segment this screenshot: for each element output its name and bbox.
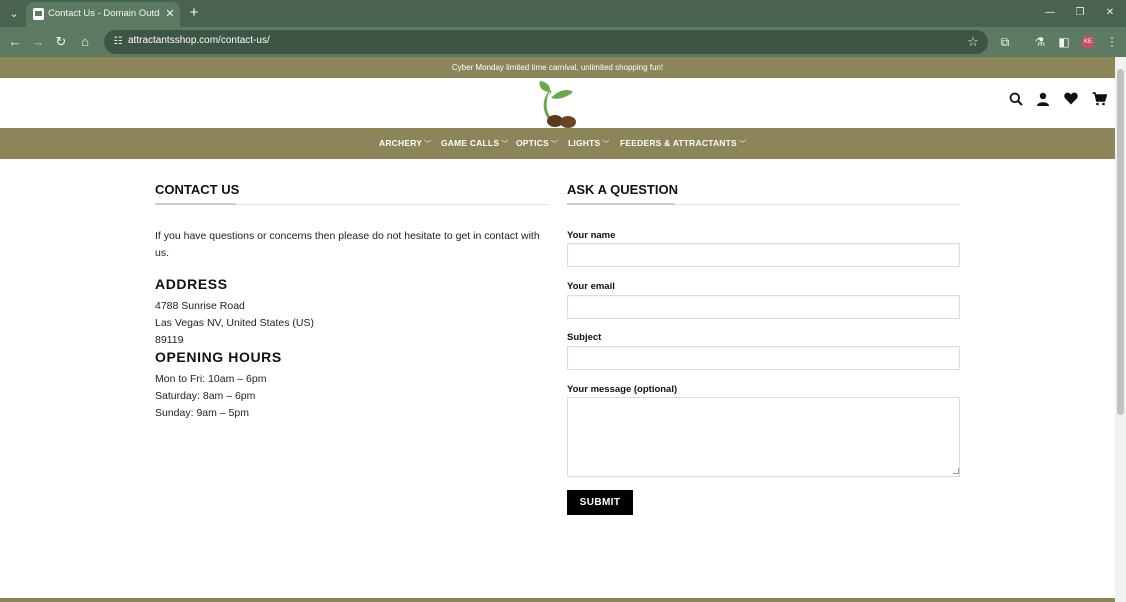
- menu-label: GAME CALLS: [441, 138, 500, 148]
- browser-tab-bar: ⌄ Contact Us - Domain Outdoor ✕ + — ❐ ✕: [0, 0, 1126, 27]
- email-label: Your email: [567, 281, 615, 292]
- extensions-puzzle-icon[interactable]: ⧉: [996, 33, 1014, 51]
- email-input[interactable]: [567, 295, 960, 319]
- contact-heading-underline: [155, 203, 236, 205]
- menu-item-archery[interactable]: ARCHERY ﹀: [379, 128, 431, 159]
- back-arrow-icon[interactable]: ←: [6, 33, 24, 51]
- chevron-down-icon: ﹀: [550, 141, 559, 148]
- home-icon[interactable]: ⌂: [76, 33, 94, 51]
- site-settings-icon[interactable]: ☷: [110, 34, 126, 50]
- account-user-icon[interactable]: [1034, 92, 1052, 110]
- search-icon[interactable]: [1007, 92, 1025, 110]
- lab-flask-icon[interactable]: ⚗: [1031, 33, 1049, 51]
- scrollbar-thumb[interactable]: [1117, 69, 1124, 415]
- profile-avatar[interactable]: KE: [1081, 35, 1095, 49]
- address-heading: ADDRESS: [155, 276, 228, 292]
- name-input[interactable]: [567, 243, 960, 267]
- tab-title: Contact Us - Domain Outdoor: [48, 8, 160, 19]
- new-tab-plus-icon[interactable]: +: [186, 5, 202, 21]
- menu-item-optics[interactable]: OPTICS ﹀: [516, 128, 558, 159]
- browser-toolbar: ← → ↻ ⌂ ☷ attractantsshop.com/contact-us…: [0, 27, 1126, 57]
- menu-label: ARCHERY: [379, 138, 423, 148]
- page-scrollbar[interactable]: [1115, 57, 1126, 602]
- hours-saturday: Saturday: 8am – 6pm: [155, 390, 256, 402]
- tab-search-chevron-icon[interactable]: ⌄: [6, 6, 22, 22]
- site-header: [0, 78, 1115, 128]
- menu-item-lights[interactable]: LIGHTS ﹀: [568, 128, 610, 159]
- chevron-down-icon: ﹀: [602, 141, 610, 148]
- side-panel-icon[interactable]: ◧: [1055, 33, 1073, 51]
- cart-icon[interactable]: [1090, 92, 1108, 110]
- submit-button[interactable]: SUBMIT: [567, 490, 633, 515]
- browser-tab-active[interactable]: Contact Us - Domain Outdoor ✕: [26, 2, 180, 27]
- message-textarea[interactable]: [567, 397, 960, 477]
- chevron-down-icon: ﹀: [424, 141, 432, 148]
- window-close-icon[interactable]: ✕: [1102, 5, 1118, 21]
- message-label: Your message (optional): [567, 384, 678, 395]
- page-favicon-icon: [33, 8, 44, 20]
- menu-item-game-calls[interactable]: GAME CALLS ﹀: [441, 128, 508, 159]
- wishlist-heart-icon[interactable]: [1062, 92, 1080, 110]
- ask-question-heading: ASK A QUESTION: [567, 182, 678, 197]
- hours-sunday: Sunday: 9am – 5pm: [155, 407, 249, 419]
- ask-heading-underline: [567, 203, 675, 205]
- main-navigation: ARCHERY ﹀ GAME CALLS ﹀ OPTICS ﹀ LIGHTS ﹀ FEE…: [0, 128, 1115, 159]
- reload-icon[interactable]: ↻: [52, 33, 70, 51]
- menu-label: OPTICS: [516, 138, 549, 148]
- subject-label: Subject: [567, 332, 602, 343]
- name-label: Your name: [567, 230, 616, 241]
- address-line-city: Las Vegas NV, United States (US): [155, 317, 314, 329]
- menu-item-feeders-attractants[interactable]: FEEDERS & ATTRACTANTS ﹀: [620, 128, 746, 159]
- forward-arrow-icon[interactable]: →: [29, 33, 47, 51]
- opening-hours-heading: OPENING HOURS: [155, 349, 282, 365]
- textarea-resize-handle[interactable]: [953, 468, 959, 474]
- web-page: Cyber Monday limited time carnival, unli…: [0, 57, 1115, 602]
- footer-top-bar: [0, 598, 1115, 602]
- menu-label: FEEDERS & ATTRACTANTS: [620, 138, 737, 148]
- minimize-icon[interactable]: —: [1042, 5, 1058, 21]
- address-bar[interactable]: ☷ attractantsshop.com/contact-us/ ☆: [104, 30, 988, 54]
- contact-heading: CONTACT US: [155, 182, 240, 197]
- chevron-down-icon: ﹀: [738, 141, 747, 148]
- restore-icon[interactable]: ❐: [1072, 5, 1088, 21]
- chevron-down-icon: ﹀: [501, 141, 509, 148]
- subject-input[interactable]: [567, 346, 960, 370]
- tab-close-icon[interactable]: ✕: [163, 7, 177, 21]
- menu-label: LIGHTS: [568, 138, 601, 148]
- hours-weekdays: Mon to Fri: 10am – 6pm: [155, 373, 267, 385]
- browser-menu-icon[interactable]: ⋮: [1103, 33, 1121, 51]
- bookmark-star-icon[interactable]: ☆: [964, 33, 982, 51]
- url-text[interactable]: attractantsshop.com/contact-us/: [128, 35, 270, 46]
- contact-intro-text: If you have questions or concerns then p…: [155, 230, 540, 259]
- site-logo-sprout-icon[interactable]: [536, 80, 580, 128]
- address-line-zip: 89119: [155, 334, 184, 346]
- address-line-street: 4788 Sunrise Road: [155, 300, 245, 312]
- promo-banner: Cyber Monday limited time carnival, unli…: [0, 57, 1115, 78]
